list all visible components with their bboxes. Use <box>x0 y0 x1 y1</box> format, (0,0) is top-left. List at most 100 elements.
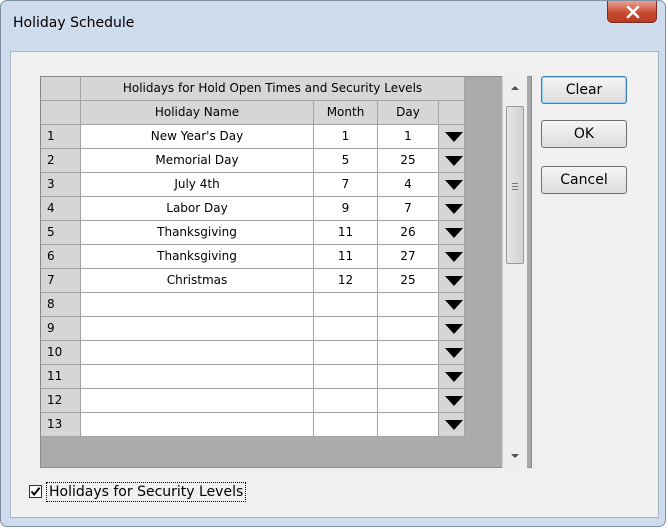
scroll-up-icon[interactable] <box>511 86 519 90</box>
scroll-down-icon[interactable] <box>511 454 519 458</box>
cancel-button[interactable]: Cancel <box>541 166 627 194</box>
row-dropdown-button[interactable] <box>439 245 465 269</box>
window-title: Holiday Schedule <box>13 15 135 31</box>
day-cell[interactable] <box>378 365 439 389</box>
row-number: 1 <box>41 125 81 149</box>
row-dropdown-button[interactable] <box>439 317 465 341</box>
row-number: 11 <box>41 365 81 389</box>
month-cell[interactable] <box>314 293 378 317</box>
dialog-client-area: Holidays for Hold Open Times and Securit… <box>10 51 659 518</box>
row-number: 10 <box>41 341 81 365</box>
row-number: 2 <box>41 149 81 173</box>
holiday-name-cell[interactable] <box>81 293 314 317</box>
holiday-name-cell[interactable]: Christmas <box>81 269 314 293</box>
holiday-schedule-window: Holiday Schedule Holidays for Hold Open … <box>0 0 666 527</box>
row-number: 13 <box>41 413 81 437</box>
security-levels-checkbox-label[interactable]: Holidays for Security Levels <box>46 482 247 502</box>
vertical-scrollbar[interactable] <box>502 76 527 468</box>
row-dropdown-button[interactable] <box>439 197 465 221</box>
day-cell[interactable]: 26 <box>378 221 439 245</box>
row-dropdown-button[interactable] <box>439 389 465 413</box>
day-cell[interactable] <box>378 317 439 341</box>
holiday-name-cell[interactable]: July 4th <box>81 173 314 197</box>
down-triangle-icon <box>445 276 463 286</box>
day-cell[interactable]: 1 <box>378 125 439 149</box>
day-cell[interactable] <box>378 293 439 317</box>
day-cell[interactable]: 25 <box>378 149 439 173</box>
down-triangle-icon <box>445 300 463 310</box>
column-header-holiday-name: Holiday Name <box>81 101 314 125</box>
close-button[interactable] <box>607 1 657 23</box>
day-cell[interactable] <box>378 389 439 413</box>
row-number: 3 <box>41 173 81 197</box>
holiday-name-cell[interactable]: Labor Day <box>81 197 314 221</box>
holiday-name-cell[interactable] <box>81 341 314 365</box>
column-header-month: Month <box>314 101 378 125</box>
down-triangle-icon <box>445 228 463 238</box>
day-cell[interactable] <box>378 413 439 437</box>
down-triangle-icon <box>445 252 463 262</box>
month-cell[interactable]: 9 <box>314 197 378 221</box>
clear-button[interactable]: Clear <box>541 76 627 104</box>
down-triangle-icon <box>445 372 463 382</box>
row-number: 9 <box>41 317 81 341</box>
holiday-name-cell[interactable] <box>81 317 314 341</box>
row-dropdown-button[interactable] <box>439 173 465 197</box>
down-triangle-icon <box>445 324 463 334</box>
month-cell[interactable] <box>314 413 378 437</box>
grid-caption: Holidays for Hold Open Times and Securit… <box>81 77 465 101</box>
month-cell[interactable] <box>314 317 378 341</box>
month-cell[interactable] <box>314 365 378 389</box>
down-triangle-icon <box>445 420 463 430</box>
row-number: 8 <box>41 293 81 317</box>
row-dropdown-button[interactable] <box>439 293 465 317</box>
holiday-name-cell[interactable]: Memorial Day <box>81 149 314 173</box>
row-dropdown-button[interactable] <box>439 365 465 389</box>
holiday-grid: Holidays for Hold Open Times and Securit… <box>40 76 532 468</box>
row-number: 12 <box>41 389 81 413</box>
month-cell[interactable]: 7 <box>314 173 378 197</box>
down-triangle-icon <box>445 396 463 406</box>
row-number: 7 <box>41 269 81 293</box>
day-cell[interactable]: 27 <box>378 245 439 269</box>
day-cell[interactable]: 7 <box>378 197 439 221</box>
row-dropdown-button[interactable] <box>439 341 465 365</box>
row-number: 6 <box>41 245 81 269</box>
holiday-name-cell[interactable]: Thanksgiving <box>81 221 314 245</box>
down-triangle-icon <box>445 348 463 358</box>
holiday-name-cell[interactable] <box>81 413 314 437</box>
month-cell[interactable]: 12 <box>314 269 378 293</box>
corner-cell <box>41 77 81 101</box>
corner-cell <box>41 101 81 125</box>
row-dropdown-button[interactable] <box>439 125 465 149</box>
month-cell[interactable] <box>314 341 378 365</box>
holiday-name-cell[interactable] <box>81 365 314 389</box>
column-header-day: Day <box>378 101 439 125</box>
holiday-name-cell[interactable] <box>81 389 314 413</box>
day-cell[interactable]: 25 <box>378 269 439 293</box>
holiday-name-cell[interactable]: New Year's Day <box>81 125 314 149</box>
close-icon <box>626 5 640 19</box>
month-cell[interactable]: 1 <box>314 125 378 149</box>
row-dropdown-button[interactable] <box>439 149 465 173</box>
grip-icon <box>512 183 518 192</box>
row-dropdown-button[interactable] <box>439 413 465 437</box>
month-cell[interactable]: 11 <box>314 245 378 269</box>
down-triangle-icon <box>445 180 463 190</box>
day-cell[interactable] <box>378 341 439 365</box>
holiday-name-cell[interactable]: Thanksgiving <box>81 245 314 269</box>
month-cell[interactable]: 5 <box>314 149 378 173</box>
row-dropdown-button[interactable] <box>439 269 465 293</box>
down-triangle-icon <box>445 132 463 142</box>
row-dropdown-button[interactable] <box>439 221 465 245</box>
ok-button[interactable]: OK <box>541 120 627 148</box>
security-levels-checkbox[interactable] <box>29 485 42 498</box>
down-triangle-icon <box>445 156 463 166</box>
down-triangle-icon <box>445 204 463 214</box>
column-header-dropdown <box>439 101 465 125</box>
month-cell[interactable] <box>314 389 378 413</box>
row-number: 5 <box>41 221 81 245</box>
day-cell[interactable]: 4 <box>378 173 439 197</box>
month-cell[interactable]: 11 <box>314 221 378 245</box>
scroll-thumb[interactable] <box>506 106 524 264</box>
